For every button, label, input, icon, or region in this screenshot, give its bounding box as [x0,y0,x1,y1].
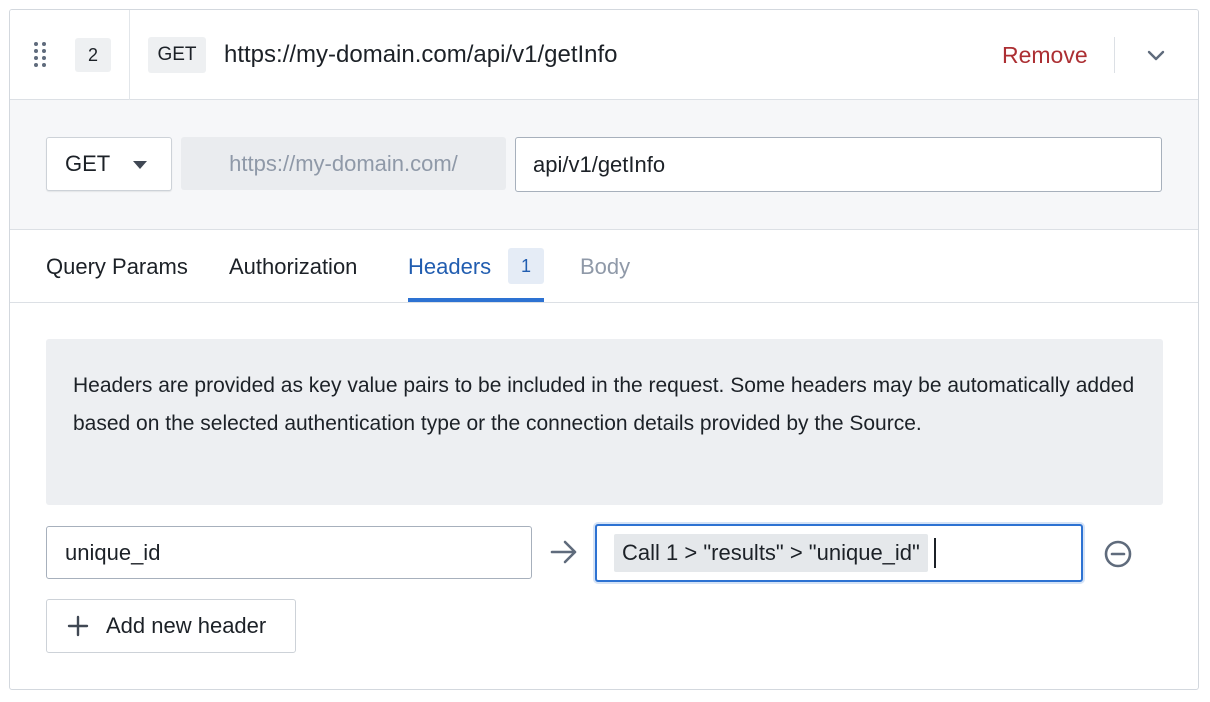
tab-query-params[interactable]: Query Params [46,252,188,282]
step-header[interactable]: 2 GET https://my-domain.com/api/v1/getIn… [10,10,1198,100]
url-config-row: GET https://my-domain.com/ api/v1/getInf… [10,100,1198,230]
add-header-label: Add new header [106,613,267,638]
tab-body: Body [580,254,631,279]
arrow-right-icon [550,540,577,564]
drag-handle-icon[interactable] [34,42,48,68]
active-tab-indicator [408,298,544,302]
step-index-badge: 2 [75,38,111,72]
step-url: https://my-domain.com/api/v1/getInfo [224,41,618,68]
headers-count-badge: 1 [508,248,544,284]
tab-headers[interactable]: Headers [408,252,491,282]
headers-description-callout: Headers are provided as key value pairs … [46,339,1163,505]
header-value-input[interactable]: Call 1 > "results" > "unique_id" [595,524,1083,582]
header-divider [1114,37,1115,73]
add-header-button[interactable]: Add new header [46,599,296,653]
value-reference-token[interactable]: Call 1 > "results" > "unique_id" [614,534,928,572]
base-url-prefix: https://my-domain.com/ [181,137,506,190]
method-select-value: GET [65,151,111,176]
remove-button[interactable]: Remove [1002,40,1088,70]
text-cursor [933,538,936,568]
request-tabs: Query Params Authorization Headers 1 Bod… [10,230,1198,303]
method-tag: GET [148,37,206,73]
header-key-input[interactable]: unique_id [46,526,532,579]
index-divider [129,10,130,100]
plus-icon [67,615,89,637]
chevron-down-icon[interactable] [1144,43,1168,67]
method-select[interactable]: GET [46,137,172,191]
path-input[interactable]: api/v1/getInfo [515,137,1162,192]
tab-authorization[interactable]: Authorization [229,252,357,282]
remove-circle-icon[interactable] [1103,539,1133,569]
caret-down-icon [133,161,147,169]
request-step-card: 2 GET https://my-domain.com/api/v1/getIn… [9,9,1199,690]
